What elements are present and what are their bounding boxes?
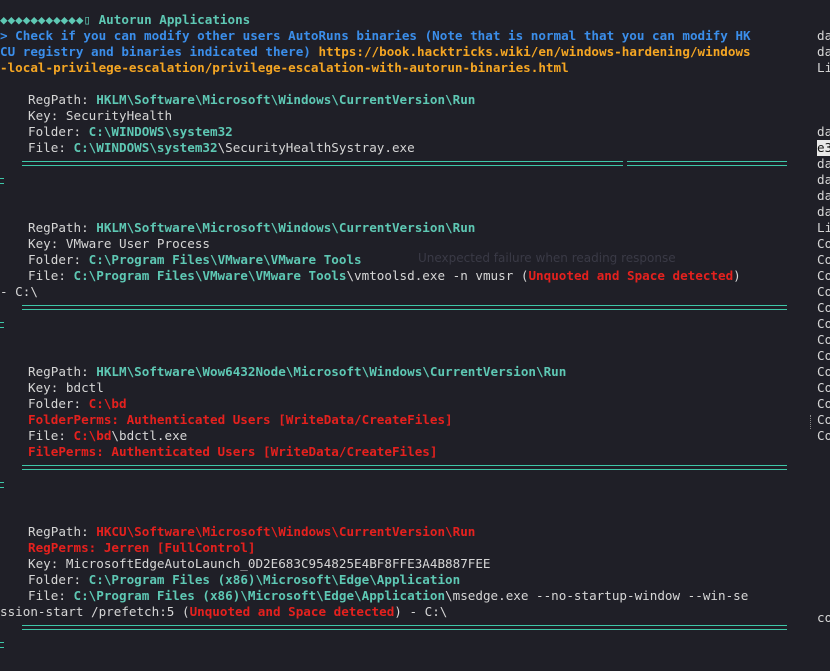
- entry-3-regpath: RegPath: HKLM\Software\Wow6432Node\Micro…: [28, 364, 567, 379]
- check-line-1: > Check if you can modify other users Au…: [0, 28, 751, 43]
- side-row: Co: [817, 284, 830, 299]
- entry-3-folder: Folder: C:\bd: [28, 396, 127, 411]
- entry-4-file-wrap: ssion-start /prefetch:5 (Unquoted and Sp…: [0, 604, 448, 619]
- side-row: Co: [817, 300, 830, 315]
- unquoted-warning: Unquoted and Space detected: [189, 604, 395, 619]
- entry-3-file: File: C:\bd\bdctl.exe: [28, 428, 188, 443]
- box-glyph: ▯: [83, 12, 91, 27]
- side-row: Co: [817, 332, 830, 347]
- ghost-error-text: Unexpected failure when reading response: [418, 251, 676, 265]
- side-row: da: [817, 28, 830, 43]
- side-row: Co: [817, 396, 830, 411]
- side-row: da: [817, 124, 830, 139]
- side-row: da: [817, 156, 830, 171]
- entry-1-regpath: RegPath: HKLM\Software\Microsoft\Windows…: [28, 92, 476, 107]
- hacktricks-link[interactable]: https://book.hacktricks.wiki/en/windows-…: [318, 44, 750, 59]
- terminal-output[interactable]: ◆◆◆◆◆◆◆◆◆◆◆▯ Autorun Applications > Chec…: [0, 0, 810, 671]
- entry-3-fileperms: FilePerms: Authenticated Users [WriteDat…: [28, 444, 438, 459]
- side-row: Co: [817, 316, 830, 331]
- side-row: Co: [817, 268, 830, 283]
- entry-4-regpath: RegPath: HKCU\Software\Microsoft\Windows…: [28, 524, 476, 539]
- side-row: da: [817, 44, 830, 59]
- entry-4-folder: Folder: C:\Program Files (x86)\Microsoft…: [28, 572, 461, 587]
- side-row: da: [817, 188, 830, 203]
- section-title: Autorun Applications: [98, 12, 251, 27]
- separator-1: [22, 161, 787, 166]
- side-row: Co: [817, 348, 830, 363]
- side-row: da: [817, 172, 830, 187]
- side-row: Co: [817, 364, 830, 379]
- hacktricks-link-cont[interactable]: -local-privilege-escalation/privilege-es…: [0, 60, 569, 75]
- side-row: Co: [817, 236, 830, 251]
- separator-4: [22, 625, 787, 630]
- entry-3-folderperms: FolderPerms: Authenticated Users [WriteD…: [28, 412, 453, 427]
- entry-3-key: Key: bdctl: [28, 380, 104, 395]
- check-line-2: CU registry and binaries indicated there…: [0, 44, 751, 59]
- unquoted-warning: Unquoted and Space detected: [528, 268, 734, 283]
- entry-4-file: File: C:\Program Files (x86)\Microsoft\E…: [28, 588, 749, 603]
- entry-2-file: File: C:\Program Files\VMware\VMware Too…: [28, 268, 741, 283]
- check-line-3: -local-privilege-escalation/privilege-es…: [0, 60, 569, 76]
- separator-tick-1: [0, 178, 4, 184]
- entry-2-folder: Folder: C:\Program Files\VMware\VMware T…: [28, 252, 362, 267]
- separator-2: [22, 305, 787, 310]
- entry-2-regpath: RegPath: HKLM\Software\Microsoft\Windows…: [28, 220, 476, 235]
- side-row: Co: [817, 428, 830, 443]
- separator-tick-4: [0, 642, 4, 648]
- entry-2-file-wrap: - C:\: [0, 284, 38, 299]
- side-terminal-pane[interactable]: da da Li da e3 da da da da Li Co Co Co C…: [810, 0, 830, 671]
- side-row: da: [817, 204, 830, 219]
- section-header: ◆◆◆◆◆◆◆◆◆◆◆▯ Autorun Applications: [0, 12, 250, 28]
- side-row: Li: [817, 220, 830, 235]
- bullet-string: ◆◆◆◆◆◆◆◆◆◆◆: [0, 12, 84, 27]
- side-row: Co: [817, 412, 830, 427]
- separator-tick-2: [0, 322, 4, 328]
- entry-1-folder: Folder: C:\WINDOWS\system32: [28, 124, 233, 139]
- entry-4-key: Key: MicrosoftEdgeAutoLaunch_0D2E683C954…: [28, 556, 491, 571]
- entry-1-key: Key: SecurityHealth: [28, 108, 173, 123]
- side-row: Co: [817, 380, 830, 395]
- side-row-selected: e3: [817, 140, 830, 156]
- side-row: Co: [817, 252, 830, 267]
- side-row: co: [817, 610, 830, 625]
- entry-1-file: File: C:\WINDOWS\system32\SecurityHealth…: [28, 140, 415, 155]
- separator-3: [22, 465, 787, 470]
- entry-2-key: Key: VMware User Process: [28, 236, 210, 251]
- entry-4-regperms: RegPerms: Jerren [FullControl]: [28, 540, 256, 555]
- separator-tick-3: [0, 482, 4, 488]
- side-row: Li: [817, 60, 830, 75]
